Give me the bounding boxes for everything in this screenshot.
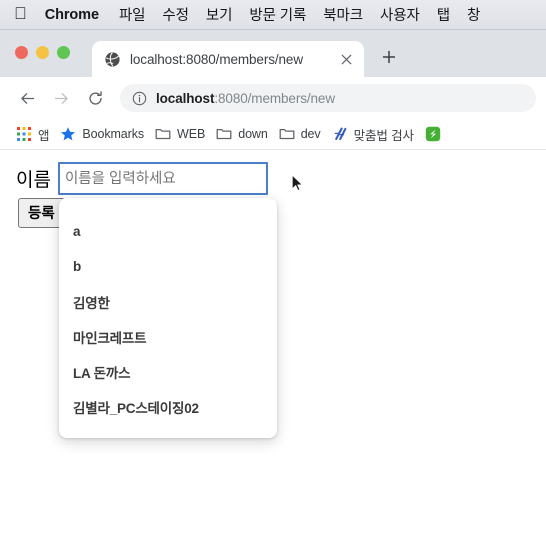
address-host: localhost	[156, 90, 215, 106]
page-content: 이름 등록 a b 김영한 마인크레프트 LA 돈까스 김별라_PC스테이징02	[0, 150, 546, 560]
plus-icon	[383, 51, 395, 63]
member-form-row: 이름	[16, 162, 268, 195]
menu-tab[interactable]: 탭	[437, 4, 450, 25]
autofill-item[interactable]: b	[59, 249, 277, 284]
bookmarks-bar: 앱 Bookmarks WEB down dev 맞춤법 검사	[0, 119, 546, 150]
bookmark-bookmarks[interactable]: Bookmarks	[56, 122, 151, 146]
globe-icon	[105, 51, 120, 67]
evernote-icon	[425, 126, 441, 142]
bookmark-label: Bookmarks	[82, 127, 145, 141]
autofill-item[interactable]: LA 돈까스	[59, 354, 277, 389]
arrow-right-icon	[54, 92, 68, 104]
address-path: :8080/members/new	[214, 90, 335, 106]
menu-view[interactable]: 보기	[206, 4, 233, 25]
name-input[interactable]	[57, 162, 268, 195]
folder-icon	[216, 128, 232, 140]
folder-icon	[279, 128, 295, 140]
mouse-cursor	[291, 174, 303, 191]
bookmark-apps[interactable]: 앱	[12, 122, 56, 146]
autofill-item[interactable]: 김별라_PC스테이징02	[59, 389, 277, 424]
back-button[interactable]	[12, 83, 42, 113]
tab-title: localhost:8080/members/new	[130, 51, 303, 67]
menu-file[interactable]: 파일	[119, 4, 146, 25]
window-controls	[15, 46, 70, 59]
autofill-item[interactable]: a	[59, 214, 277, 249]
close-x-glyph	[340, 53, 352, 65]
browser-tab[interactable]: localhost:8080/members/new	[92, 41, 364, 77]
bookmark-dev[interactable]: dev	[275, 122, 328, 146]
close-window-button[interactable]	[15, 46, 28, 59]
info-circle-icon[interactable]	[132, 91, 147, 106]
bookmark-web[interactable]: WEB	[151, 122, 212, 146]
bookmark-label: dev	[300, 127, 321, 141]
autofill-item[interactable]: 마인크레프트	[59, 319, 277, 354]
bookmark-down[interactable]: down	[212, 122, 274, 146]
reload-button[interactable]	[80, 83, 110, 113]
forward-button[interactable]	[46, 83, 76, 113]
menu-bookmarks[interactable]: 북마크	[323, 4, 363, 25]
browser-window: localhost:8080/members/new localhost:808…	[0, 30, 546, 560]
arrow-left-icon	[20, 92, 34, 104]
reload-icon	[88, 90, 102, 105]
browser-toolbar: localhost:8080/members/new	[0, 77, 546, 119]
macos-menu-bar:  Chrome 파일 수정 보기 방문 기록 북마크 사용자 탭 창	[0, 0, 546, 30]
apps-grid-icon	[17, 127, 31, 141]
minimize-window-button[interactable]	[36, 46, 49, 59]
tab-strip: localhost:8080/members/new	[0, 30, 546, 77]
folder-icon	[155, 128, 171, 140]
name-label: 이름	[16, 170, 51, 191]
address-bar-url: localhost:8080/members/new	[156, 91, 335, 106]
bookmark-label: down	[238, 127, 268, 141]
menu-window[interactable]: 창	[467, 4, 480, 25]
submit-button[interactable]: 등록	[18, 198, 65, 228]
bookmark-label: 앱	[38, 128, 50, 143]
address-bar[interactable]: localhost:8080/members/new	[120, 84, 536, 112]
bookmark-evernote[interactable]	[421, 122, 443, 146]
new-tab-button[interactable]	[376, 44, 402, 70]
maximize-window-button[interactable]	[57, 46, 70, 59]
spellcheck-icon	[334, 127, 347, 141]
star-icon	[61, 127, 76, 141]
menu-profiles[interactable]: 사용자	[380, 4, 420, 25]
autofill-item[interactable]: 김영한	[59, 284, 277, 319]
bookmark-label: 맞춤법 검사	[353, 128, 414, 143]
menu-chrome[interactable]: Chrome	[45, 7, 99, 23]
menu-edit[interactable]: 수정	[162, 4, 189, 25]
apple-logo-icon[interactable]: 	[14, 5, 27, 22]
autofill-dropdown[interactable]: a b 김영한 마인크레프트 LA 돈까스 김별라_PC스테이징02	[59, 198, 277, 438]
bookmark-spellcheck[interactable]: 맞춤법 검사	[328, 122, 421, 146]
menu-history[interactable]: 방문 기록	[249, 4, 306, 25]
close-icon[interactable]	[337, 50, 355, 68]
bookmark-label: WEB	[177, 127, 206, 141]
